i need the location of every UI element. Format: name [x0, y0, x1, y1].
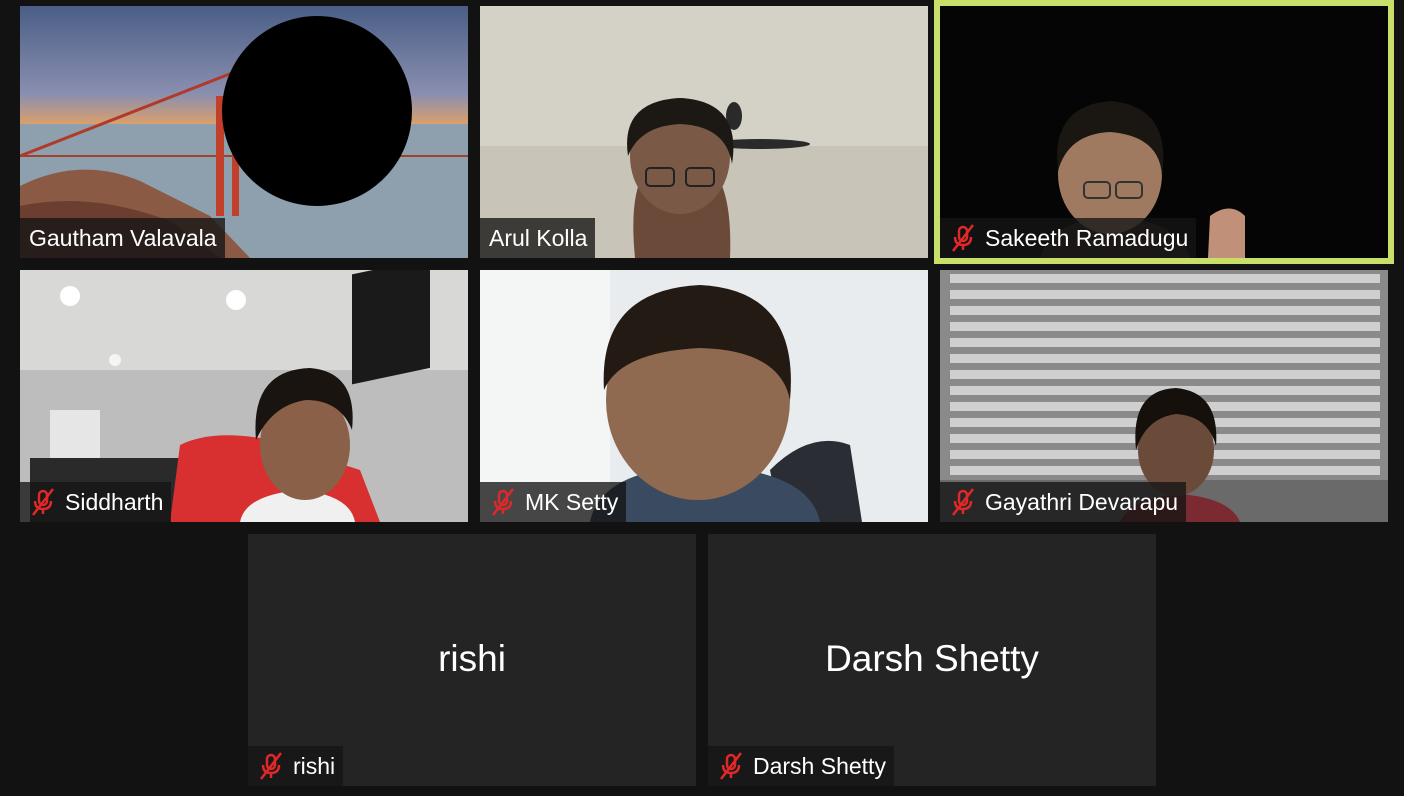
mic-muted-icon	[260, 752, 282, 780]
participant-name: Siddharth	[65, 489, 164, 515]
participant-name: Gautham Valavala	[29, 225, 217, 251]
participant-name: Darsh Shetty	[753, 753, 886, 779]
video-tile-darsh-shetty[interactable]: Darsh Shetty Darsh Shetty	[708, 534, 1156, 786]
video-tile-arul-kolla[interactable]: Arul Kolla	[480, 6, 928, 258]
mic-muted-icon	[32, 488, 54, 516]
video-tile-sakeeth-ramadugu[interactable]: Sakeeth Ramadugu	[940, 6, 1388, 258]
participant-name-tag: Siddharth	[20, 482, 172, 522]
participant-name: MK Setty	[525, 489, 619, 515]
participant-name: Sakeeth Ramadugu	[985, 225, 1189, 251]
participant-name-tag: MK Setty	[480, 482, 627, 522]
participant-display-name: rishi	[438, 638, 506, 679]
video-tile-mk-setty[interactable]: MK Setty	[480, 270, 928, 522]
participant-name-tag: Sakeeth Ramadugu	[940, 218, 1197, 258]
mic-muted-icon	[492, 488, 514, 516]
participant-name-tag: rishi	[248, 746, 344, 786]
participant-name-tag: Gayathri Devarapu	[940, 482, 1187, 522]
video-tile-siddharth[interactable]: Siddharth	[20, 270, 468, 522]
participant-display-name: Darsh Shetty	[825, 638, 1039, 679]
mic-muted-icon	[720, 752, 742, 780]
mic-muted-icon	[952, 488, 974, 516]
video-tile-gautham-valavala[interactable]: Gautham Valavala	[20, 6, 468, 258]
participant-name-tag: Gautham Valavala	[20, 218, 225, 258]
participant-name-tag: Arul Kolla	[480, 218, 596, 258]
video-tile-rishi[interactable]: rishi rishi	[248, 534, 696, 786]
participant-name-tag: Darsh Shetty	[708, 746, 894, 786]
video-tile-gayathri-devarapu[interactable]: Gayathri Devarapu	[940, 270, 1388, 522]
participant-name: rishi	[293, 753, 336, 779]
mic-muted-icon	[952, 224, 974, 252]
participant-name: Gayathri Devarapu	[985, 489, 1179, 515]
participant-name: Arul Kolla	[489, 225, 588, 251]
